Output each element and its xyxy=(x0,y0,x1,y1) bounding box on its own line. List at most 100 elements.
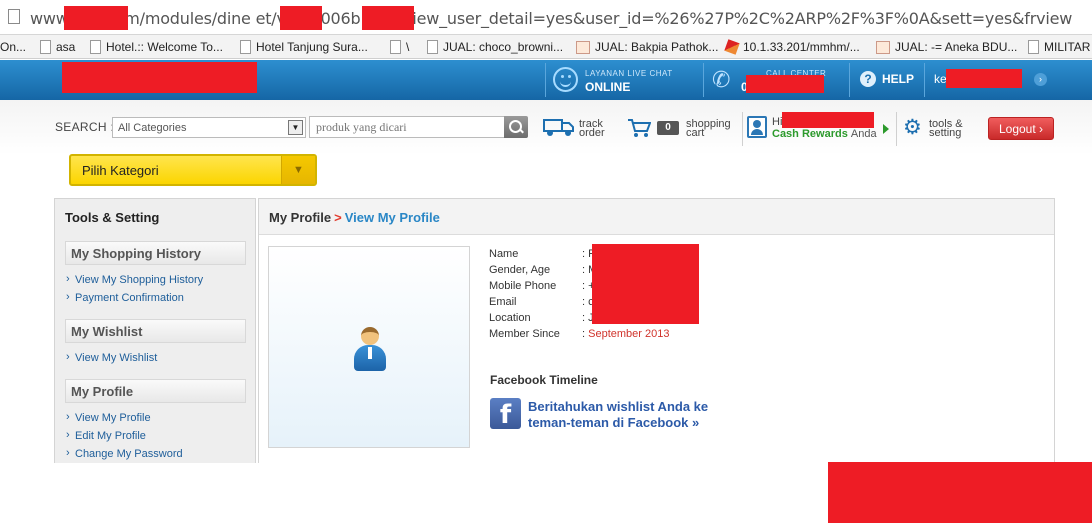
redaction-block xyxy=(592,244,699,324)
redaction-block xyxy=(362,6,414,30)
profile-photo xyxy=(268,246,470,448)
page-icon xyxy=(40,40,51,54)
truck-icon[interactable] xyxy=(543,117,575,137)
facebook-timeline-title: Facebook Timeline xyxy=(490,373,598,387)
sidebar: Tools & Setting My Shopping History View… xyxy=(54,198,256,463)
bookmark-item[interactable]: 10.1.33.201/mmhm/... xyxy=(724,38,860,56)
sidebar-link-edit-profile[interactable]: Edit My Profile xyxy=(66,429,146,442)
breadcrumb: My Profile > View My Profile xyxy=(269,210,440,225)
shopping-cart-link[interactable]: cart xyxy=(686,128,704,139)
facebook-share-link[interactable]: Beritahukan wishlist Anda ke teman-teman… xyxy=(528,399,738,431)
search-label: SEARCH : xyxy=(55,120,115,134)
help-icon[interactable]: ? xyxy=(860,71,876,87)
divider xyxy=(545,63,546,97)
bookmark-item[interactable]: asa xyxy=(40,38,75,56)
logout-button[interactable]: Logout › xyxy=(988,117,1054,140)
tools-setting-link[interactable]: setting xyxy=(929,128,961,139)
bookmark-label: JUAL: -= Aneka BDU... xyxy=(895,40,1018,54)
profile-label-email: Email xyxy=(489,296,517,308)
live-chat-icon[interactable] xyxy=(553,67,578,92)
redaction-block xyxy=(64,6,128,30)
profile-value-member-since: : September 2013 xyxy=(582,328,669,340)
bookmark-item[interactable]: \ xyxy=(390,38,409,56)
cash-rewards-suffix: Anda xyxy=(850,128,877,140)
play-arrow-icon[interactable] xyxy=(883,124,889,134)
url-text[interactable]: www. ket.com/modules/dine et/vdi et006b.… xyxy=(30,9,1072,28)
search-input[interactable] xyxy=(309,116,505,138)
sidebar-title: Tools & Setting xyxy=(65,210,160,225)
bookmark-item[interactable]: JUAL: Bakpia Pathok... xyxy=(576,38,718,56)
bookmark-label: MILITAR xyxy=(1044,40,1091,54)
bookmark-label: 10.1.33.201/mmhm/... xyxy=(743,40,860,54)
sidebar-link-view-shopping-history[interactable]: View My Shopping History xyxy=(66,273,203,286)
live-chat-status[interactable]: ONLINE xyxy=(585,80,630,94)
address-bar[interactable]: www. ket.com/modules/dine et/vdi et006b.… xyxy=(0,0,1092,35)
bookmark-item[interactable]: JUAL: -= Aneka BDU... xyxy=(876,38,1017,56)
facebook-icon[interactable]: f xyxy=(490,398,521,430)
user-icon[interactable] xyxy=(747,116,767,138)
sidebar-link-view-wishlist[interactable]: View My Wishlist xyxy=(66,351,157,364)
member-since-date: September 2013 xyxy=(588,328,670,340)
profile-label-location: Location xyxy=(489,312,531,324)
phone-icon: ✆ xyxy=(712,67,731,92)
cart-count-badge: 0 xyxy=(657,121,679,135)
value-colon: : xyxy=(582,328,586,340)
gear-icon[interactable]: ⚙ xyxy=(903,117,922,138)
sidebar-section-wishlist: My Wishlist xyxy=(65,319,246,343)
bookmark-item[interactable]: JUAL: choco_browni... xyxy=(427,38,563,56)
page-icon xyxy=(240,40,251,54)
divider xyxy=(742,112,743,146)
page-icon xyxy=(8,9,20,24)
site-logo-redacted xyxy=(62,62,257,93)
divider xyxy=(896,112,897,146)
user-menu[interactable]: ke xyxy=(934,72,947,86)
bookmark-label: Hotel.:: Welcome To... xyxy=(106,40,223,54)
redaction-block xyxy=(280,6,322,30)
bookmark-item[interactable]: MILITAR xyxy=(1028,38,1090,56)
chevron-right-icon[interactable]: › xyxy=(1034,73,1047,86)
bookmark-item[interactable]: Hotel.:: Welcome To... xyxy=(90,38,223,56)
page-icon xyxy=(1028,40,1039,54)
breadcrumb-current: View My Profile xyxy=(344,210,440,225)
redaction-block xyxy=(828,462,1092,523)
sidebar-link-change-password[interactable]: Change My Password xyxy=(66,447,183,460)
sidebar-section-profile: My Profile xyxy=(65,379,246,403)
profile-label-mobile: Mobile Phone xyxy=(489,280,557,292)
page-icon xyxy=(390,40,401,54)
bookmarks-bar: On... asa Hotel.:: Welcome To... Hotel T… xyxy=(0,35,1092,59)
category-select[interactable]: All Categories ▼ xyxy=(112,117,306,138)
breadcrumb-bar: My Profile > View My Profile xyxy=(259,199,1054,235)
redaction-block xyxy=(782,112,874,128)
help-link[interactable]: HELP xyxy=(882,72,914,86)
page-icon xyxy=(427,40,438,54)
profile-label-name: Name xyxy=(489,248,519,260)
bookmark-item[interactable]: Hotel Tanjung Sura... xyxy=(240,38,368,56)
bookmark-item[interactable]: On... xyxy=(0,38,26,56)
breadcrumb-root[interactable]: My Profile xyxy=(269,210,331,225)
live-chat-label[interactable]: LAYANAN LIVE CHAT xyxy=(585,69,673,78)
cash-rewards-label: Cash Rewards xyxy=(772,128,848,140)
redaction-block xyxy=(946,69,1022,88)
divider xyxy=(703,63,704,97)
category-dropdown[interactable]: Pilih Kategori ▼ xyxy=(69,154,317,186)
cart-icon[interactable] xyxy=(627,118,651,138)
image-icon xyxy=(876,40,890,54)
sidebar-link-view-profile[interactable]: View My Profile xyxy=(66,411,151,424)
redaction-block xyxy=(746,75,824,93)
bookmark-label: JUAL: Bakpia Pathok... xyxy=(595,40,719,54)
divider xyxy=(924,63,925,97)
pin-icon xyxy=(724,39,740,55)
category-select-value: All Categories xyxy=(118,122,187,134)
user-avatar-icon xyxy=(353,327,387,373)
chevron-down-icon[interactable]: ▼ xyxy=(281,156,315,184)
cash-rewards-link[interactable]: Cash Rewards Anda xyxy=(772,128,877,140)
bookmark-label: Hotel Tanjung Sura... xyxy=(256,40,368,54)
page-icon xyxy=(90,40,101,54)
track-order-link[interactable]: order xyxy=(579,128,605,139)
sidebar-link-payment-confirmation[interactable]: Payment Confirmation xyxy=(66,291,184,304)
dropdown-arrow-icon[interactable]: ▼ xyxy=(288,120,303,135)
bookmark-label: JUAL: choco_browni... xyxy=(443,40,564,54)
search-icon[interactable] xyxy=(504,116,528,138)
site-header: LAYANAN LIVE CHAT ONLINE ✆ CALL CENTER 0… xyxy=(0,60,1092,100)
profile-label-member-since: Member Since xyxy=(489,328,560,340)
